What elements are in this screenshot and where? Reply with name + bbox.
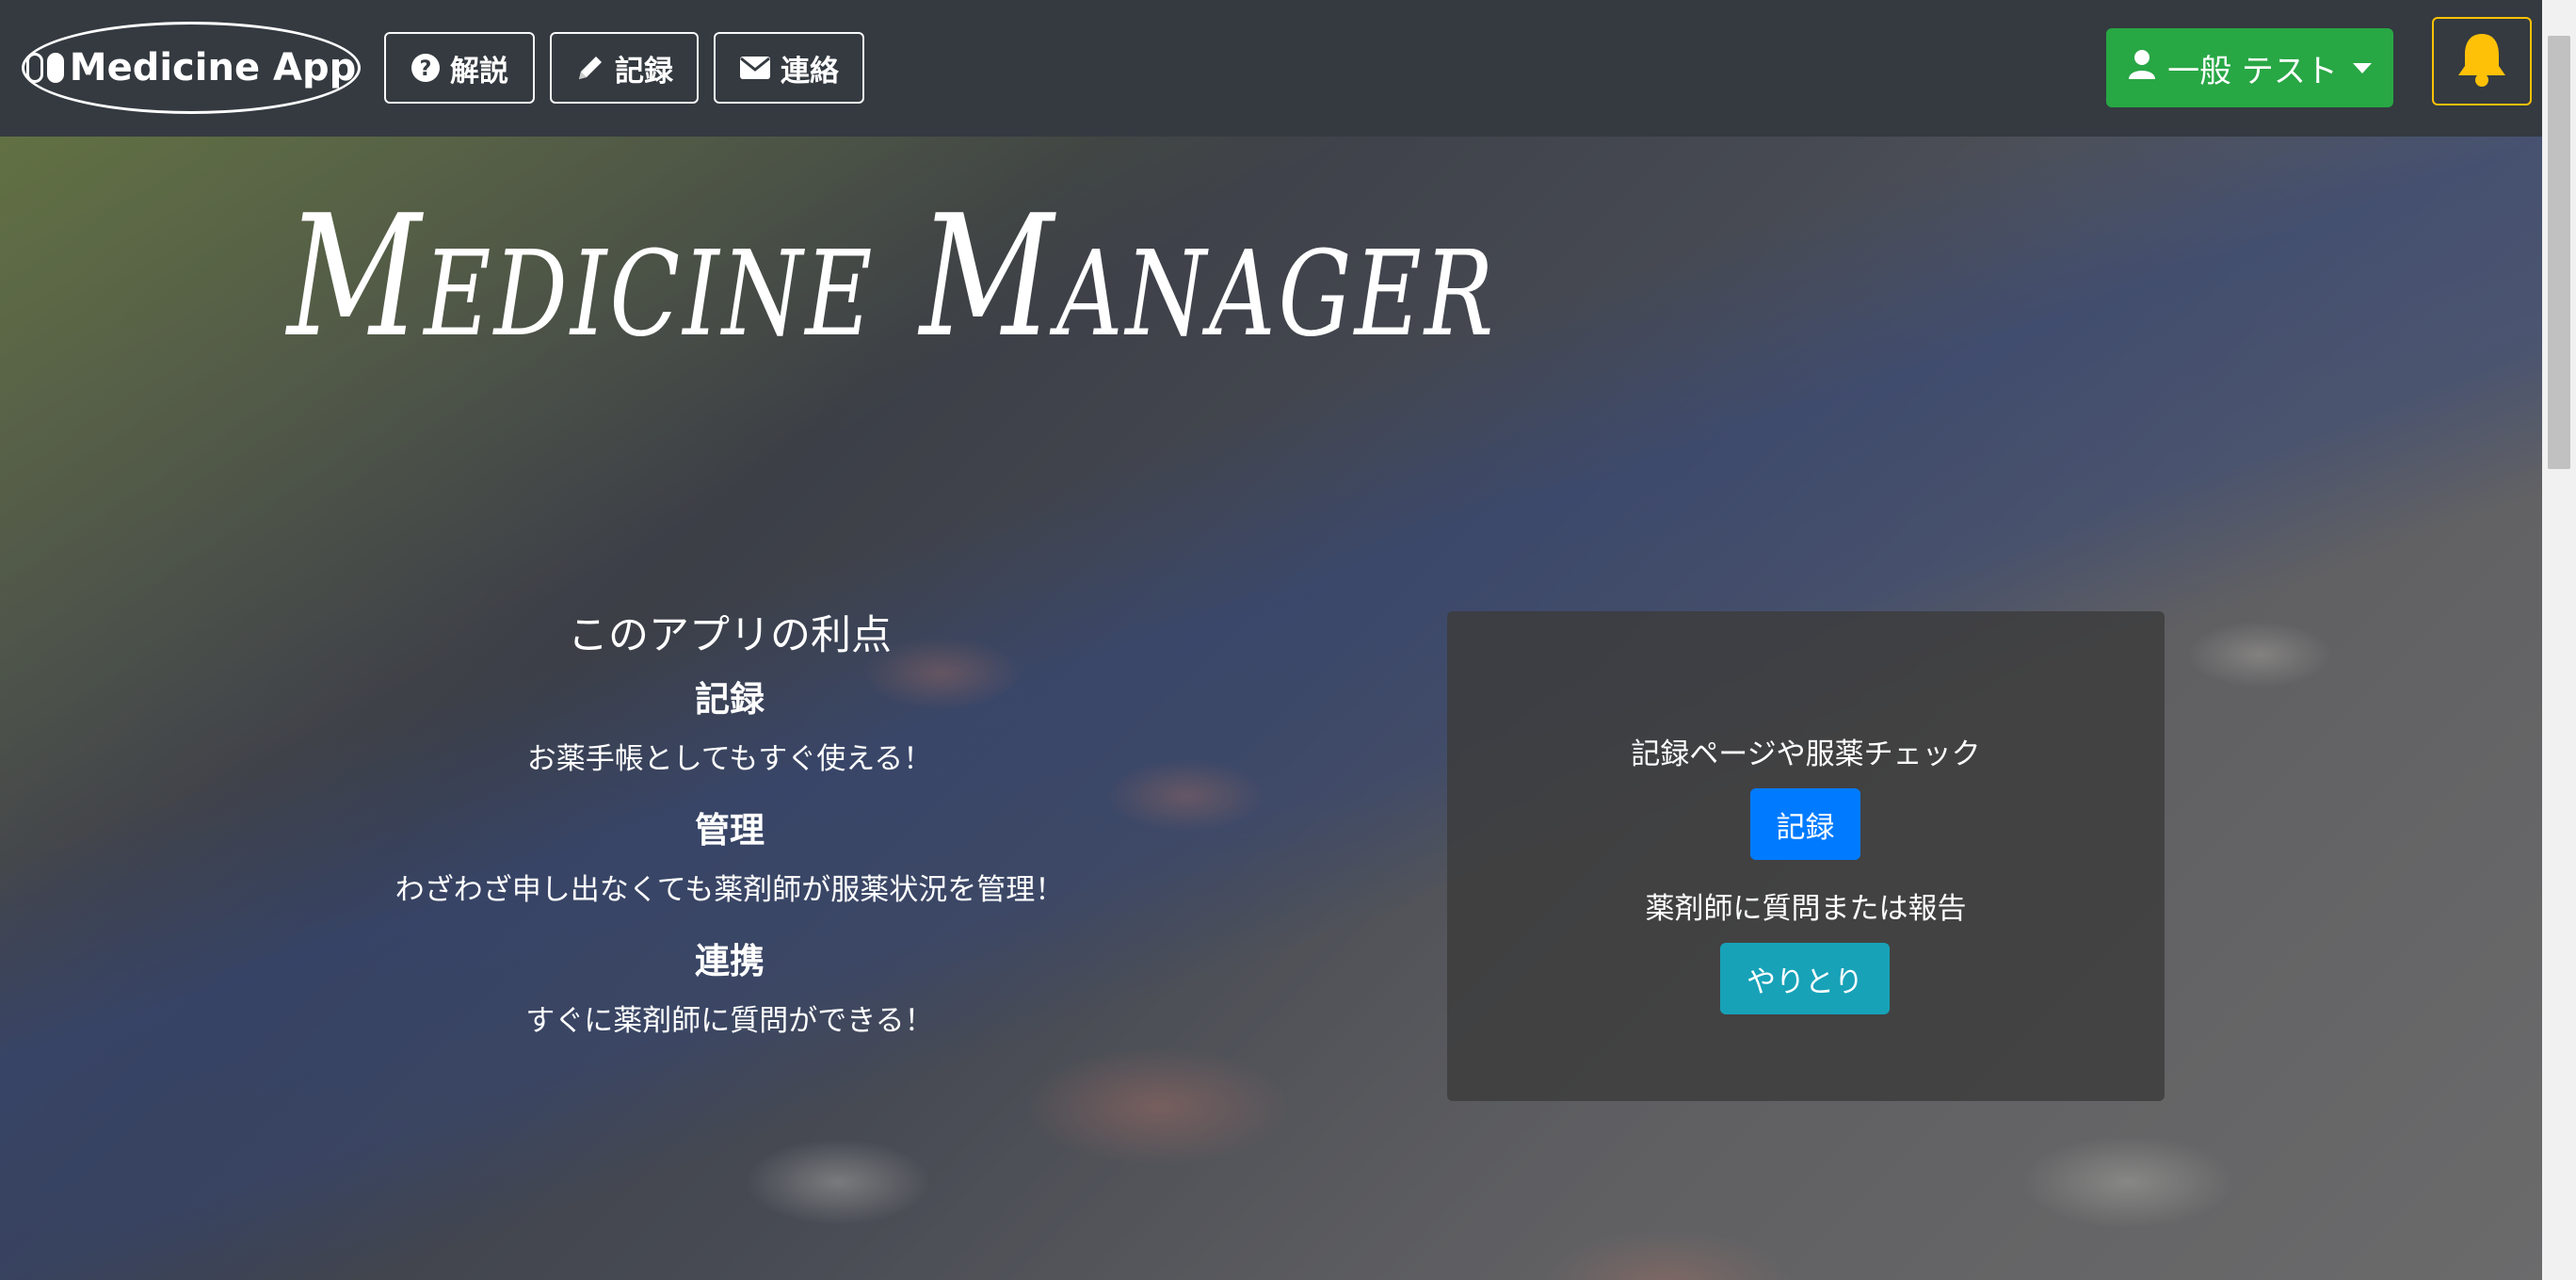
hero-title: Medicine Manager: [287, 179, 1497, 374]
page-scrollbar[interactable]: [2542, 0, 2576, 1280]
benefits-heading: このアプリの利点: [568, 612, 892, 659]
user-name: 一般 テスト: [2167, 52, 2338, 90]
pencil-icon: [575, 53, 605, 83]
svg-text:?: ?: [420, 57, 432, 81]
nav-contact-label: 連絡: [781, 54, 839, 89]
benefit-title: 連携: [695, 941, 765, 981]
notifications-button[interactable]: [2432, 17, 2532, 105]
benefit-title: 記録: [695, 679, 765, 720]
question-circle-icon: ?: [411, 53, 441, 83]
brand-name: Medicine App: [69, 46, 357, 89]
chat-caption: 薬剤師に質問または報告: [1645, 892, 1967, 926]
envelope-icon: [739, 55, 771, 81]
benefit-title: 管理: [695, 810, 765, 851]
action-panel: 記録ページや服薬チェック 記録 薬剤師に質問または報告 やりとり: [1447, 611, 2165, 1101]
benefit-text: わざわざ申し出なくても薬剤師が服薬状況を管理！: [394, 873, 1065, 907]
record-caption: 記録ページや服薬チェック: [1631, 737, 1981, 771]
user-icon: [2128, 49, 2156, 88]
benefit-text: すぐに薬剤師に質問ができる！: [525, 1004, 934, 1038]
record-button[interactable]: 記録: [1750, 788, 1860, 860]
nav-record-label: 記録: [615, 54, 673, 89]
nav-explain-label: 解説: [450, 54, 508, 89]
navbar: Medicine App ? 解説 記録 連絡 一般 テスト: [0, 0, 2542, 137]
benefit-text: お薬手帳としてもすぐ使える！: [526, 742, 933, 776]
scrollbar-thumb[interactable]: [2548, 36, 2570, 469]
nav-contact-button[interactable]: 連絡: [714, 32, 864, 104]
hero-section: Medicine Manager このアプリの利点 記録 お薬手帳としてもすぐ使…: [0, 137, 2542, 1280]
bell-icon: [2455, 30, 2509, 92]
pills-icon: [25, 53, 64, 83]
benefits-section: このアプリの利点 記録 お薬手帳としてもすぐ使える！ 管理 わざわざ申し出なくて…: [311, 603, 1149, 1039]
chevron-down-icon: [2352, 62, 2372, 73]
nav-record-button[interactable]: 記録: [550, 32, 699, 104]
nav-explain-button[interactable]: ? 解説: [384, 32, 535, 104]
chat-button[interactable]: やりとり: [1720, 943, 1890, 1014]
brand-logo-link[interactable]: Medicine App: [22, 22, 361, 114]
user-menu-dropdown[interactable]: 一般 テスト: [2106, 28, 2393, 107]
